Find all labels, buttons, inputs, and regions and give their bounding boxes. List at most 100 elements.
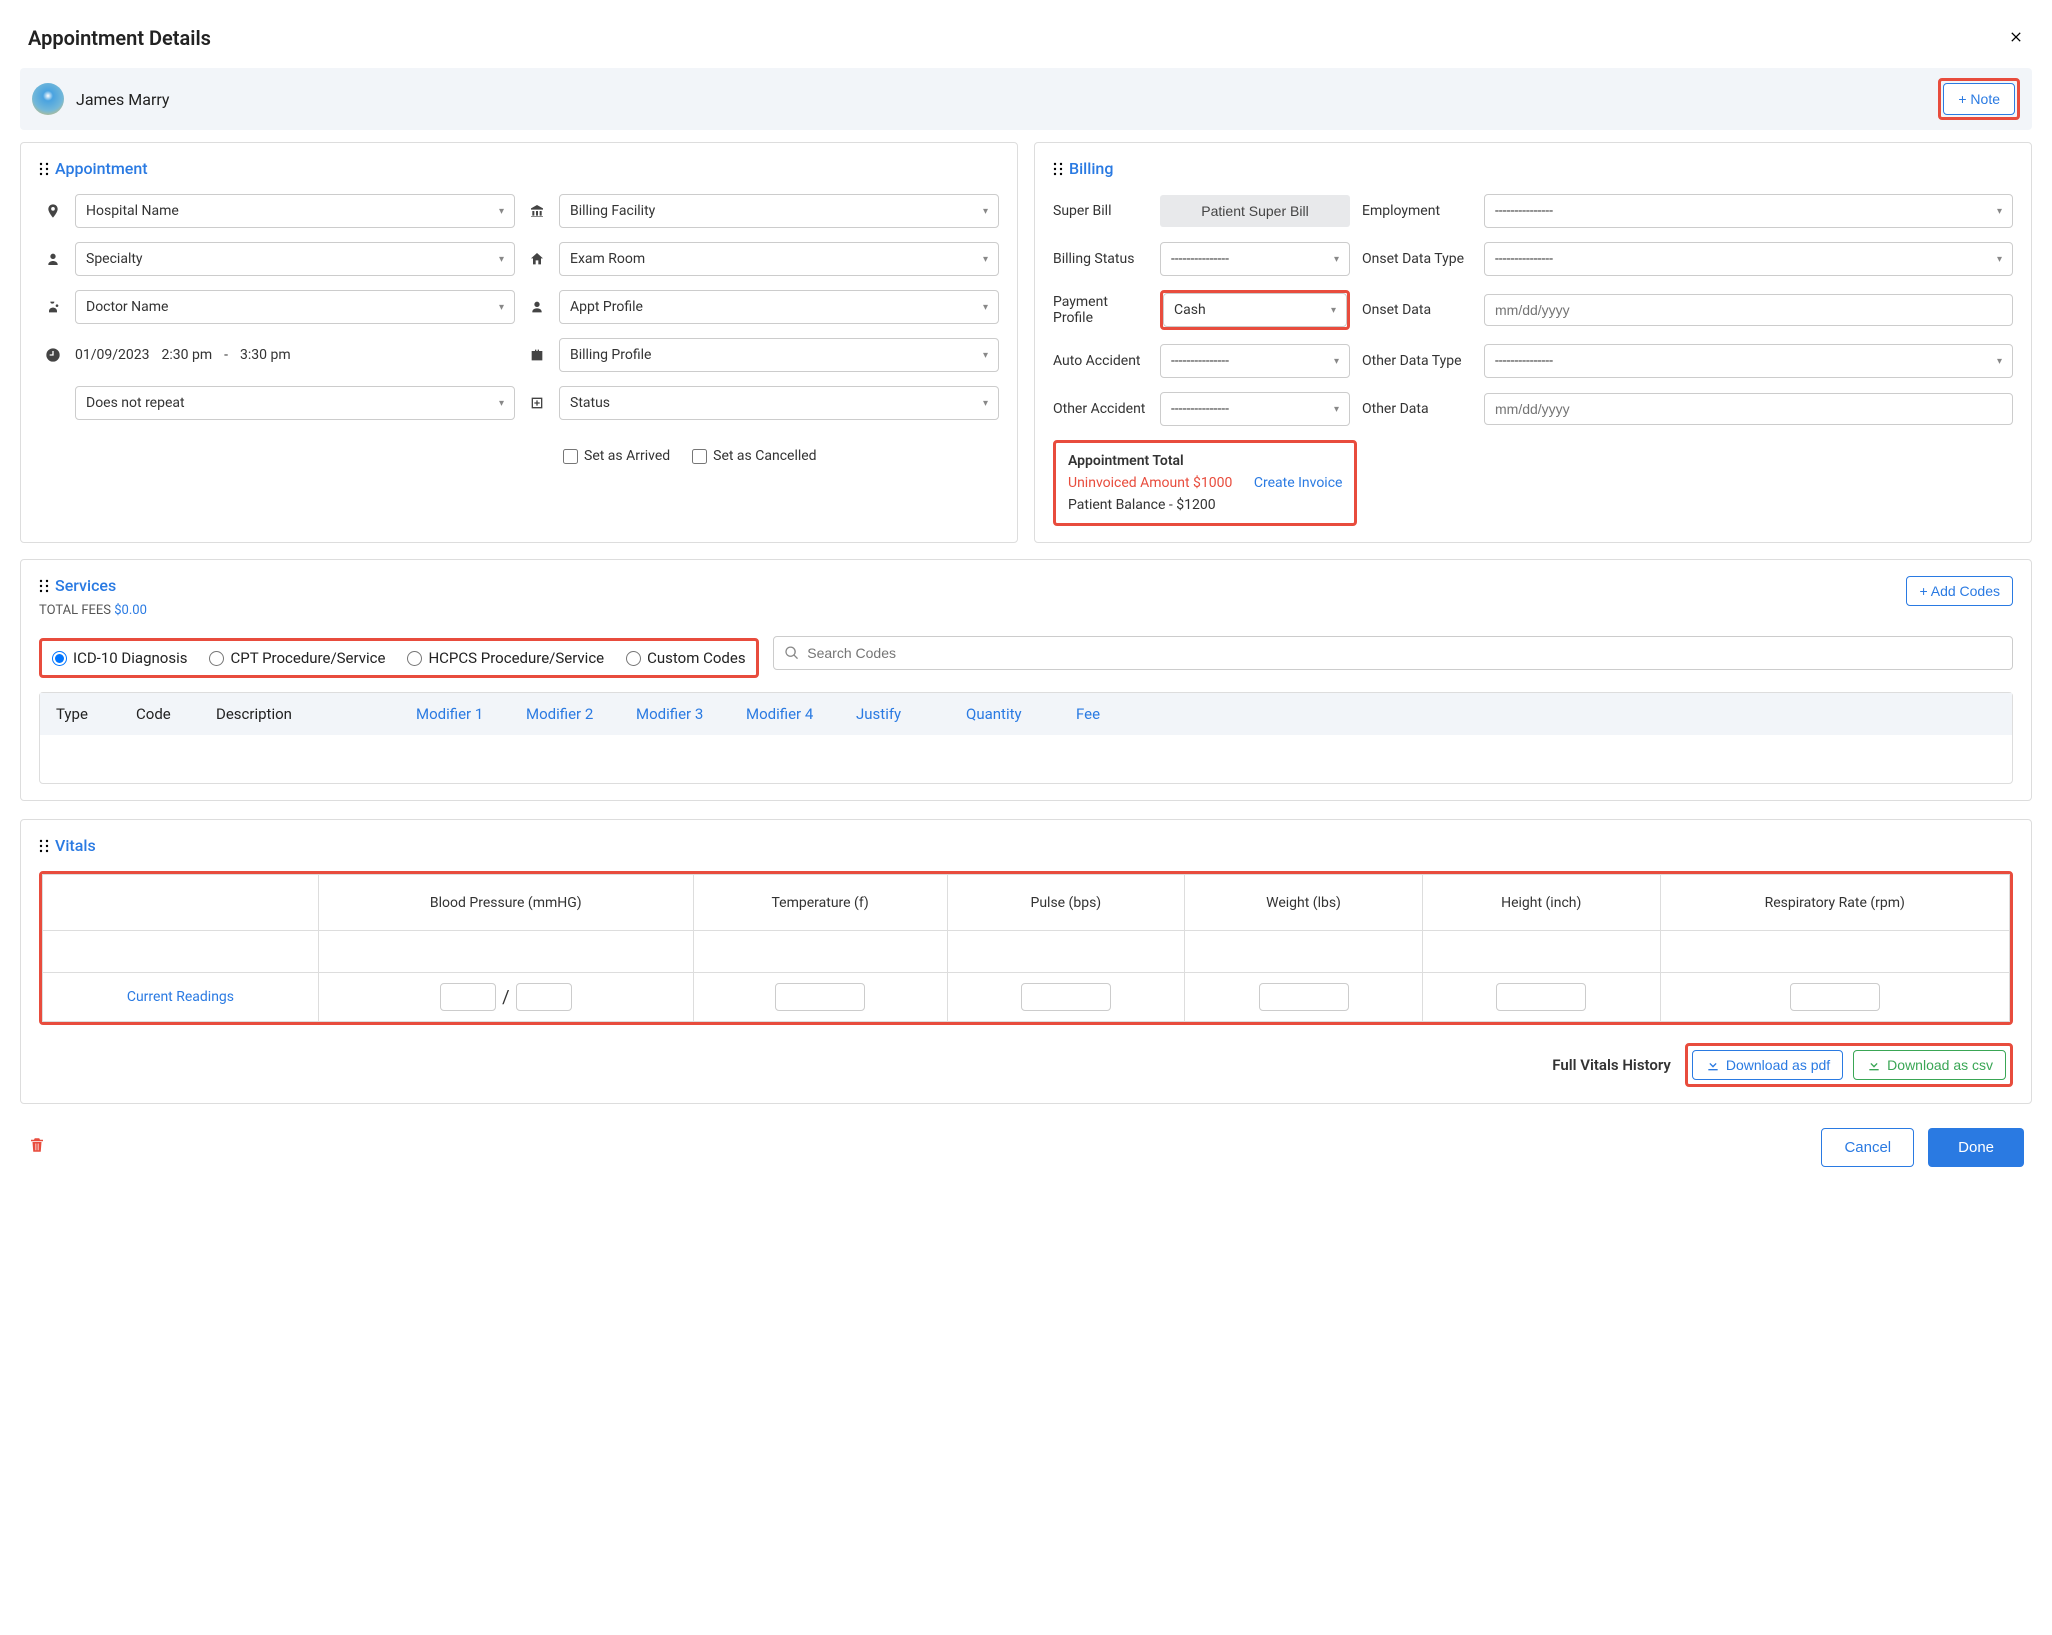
- current-readings-label: Current Readings: [43, 973, 319, 1022]
- chevron-down-icon: ▾: [1334, 404, 1339, 415]
- exam-room-select[interactable]: Exam Room▾: [559, 242, 999, 276]
- other-data-label: Other Data: [1362, 401, 1472, 417]
- temperature-input[interactable]: [775, 983, 865, 1011]
- radio-icd10[interactable]: ICD-10 Diagnosis: [52, 649, 187, 667]
- col-code: Code: [136, 705, 216, 723]
- doctor-select[interactable]: Doctor Name▾: [75, 290, 515, 324]
- repeat-select[interactable]: Does not repeat▾: [75, 386, 515, 420]
- col-mod4: Modifier 4: [746, 705, 856, 723]
- radio-custom[interactable]: Custom Codes: [626, 649, 745, 667]
- total-fees: TOTAL FEES $0.00: [39, 603, 147, 618]
- drag-handle-icon[interactable]: [39, 162, 49, 176]
- appointment-start: 2:30 pm: [162, 347, 213, 363]
- auto-accident-label: Auto Accident: [1053, 353, 1148, 369]
- radio-cpt[interactable]: CPT Procedure/Service: [209, 649, 385, 667]
- weight-input[interactable]: [1259, 983, 1349, 1011]
- appointment-date: 01/09/2023: [75, 347, 150, 363]
- code-type-radio-group: ICD-10 Diagnosis CPT Procedure/Service H…: [52, 649, 746, 667]
- close-button[interactable]: [2008, 24, 2024, 52]
- codes-table: Type Code Description Modifier 1 Modifie…: [39, 692, 2013, 784]
- onset-data-input[interactable]: [1484, 294, 2013, 326]
- hospital-select[interactable]: Hospital Name▾: [75, 194, 515, 228]
- onset-data-type-label: Onset Data Type: [1362, 251, 1472, 267]
- set-arrived-checkbox[interactable]: Set as Arrived: [563, 448, 670, 464]
- height-input[interactable]: [1496, 983, 1586, 1011]
- vitals-col-height: Height (inch): [1422, 875, 1660, 931]
- chevron-down-icon: ▾: [1334, 254, 1339, 265]
- bp-diastolic-input[interactable]: [516, 983, 572, 1011]
- drag-handle-icon[interactable]: [1053, 162, 1063, 176]
- col-mod2: Modifier 2: [526, 705, 636, 723]
- drag-handle-icon[interactable]: [39, 579, 49, 593]
- chevron-down-icon: ▾: [1997, 254, 2002, 265]
- search-codes-box[interactable]: [773, 636, 2013, 670]
- onset-data-type-select[interactable]: ---------------▾: [1484, 242, 2013, 276]
- vitals-panel: Vitals Blood Pressure (mmHG) Temperature…: [20, 819, 2032, 1104]
- chevron-down-icon: ▾: [1334, 356, 1339, 367]
- vitals-col-bp: Blood Pressure (mmHG): [318, 875, 693, 931]
- trash-icon: [28, 1136, 46, 1154]
- appointment-end: 3:30 pm: [240, 347, 291, 363]
- status-select[interactable]: Status▾: [559, 386, 999, 420]
- download-pdf-button[interactable]: Download as pdf: [1692, 1050, 1843, 1080]
- vitals-title: Vitals: [55, 836, 96, 855]
- col-description: Description: [216, 705, 416, 723]
- uninvoiced-amount: Uninvoiced Amount $1000: [1068, 475, 1232, 491]
- codes-table-body: [40, 735, 2012, 783]
- room-icon: [523, 251, 551, 267]
- appointment-total-title: Appointment Total: [1068, 453, 1342, 469]
- create-invoice-link[interactable]: Create Invoice: [1254, 475, 1343, 491]
- patient-balance: Patient Balance - $1200: [1068, 497, 1342, 513]
- other-data-input[interactable]: [1484, 393, 2013, 425]
- patient-name: James Marry: [76, 90, 170, 109]
- vitals-col-temp: Temperature (f): [693, 875, 947, 931]
- billing-facility-select[interactable]: Billing Facility▾: [559, 194, 999, 228]
- pulse-input[interactable]: [1021, 983, 1111, 1011]
- col-type: Type: [56, 705, 136, 723]
- onset-data-label: Onset Data: [1362, 302, 1472, 318]
- billing-profile-select[interactable]: Billing Profile▾: [559, 338, 999, 372]
- done-button[interactable]: Done: [1928, 1128, 2024, 1167]
- chevron-down-icon: ▾: [1997, 206, 2002, 217]
- delete-button[interactable]: [28, 1136, 46, 1159]
- search-icon: [784, 645, 800, 661]
- download-csv-button[interactable]: Download as csv: [1853, 1050, 2006, 1080]
- payment-profile-select[interactable]: Cash▾: [1163, 293, 1347, 327]
- employment-select[interactable]: ---------------▾: [1484, 194, 2013, 228]
- other-accident-label: Other Accident: [1053, 401, 1148, 417]
- other-accident-select[interactable]: ---------------▾: [1160, 392, 1350, 426]
- other-data-type-select[interactable]: ---------------▾: [1484, 344, 2013, 378]
- set-cancelled-checkbox[interactable]: Set as Cancelled: [692, 448, 816, 464]
- billing-status-select[interactable]: ---------------▾: [1160, 242, 1350, 276]
- chevron-down-icon: ▾: [499, 398, 504, 409]
- full-vitals-history-label: Full Vitals History: [1552, 1056, 1671, 1074]
- auto-accident-select[interactable]: ---------------▾: [1160, 344, 1350, 378]
- billing-status-label: Billing Status: [1053, 251, 1148, 267]
- drag-handle-icon[interactable]: [39, 839, 49, 853]
- patient-bar: James Marry + Note: [20, 68, 2032, 130]
- vitals-table: Blood Pressure (mmHG) Temperature (f) Pu…: [42, 874, 2010, 1022]
- add-note-button[interactable]: + Note: [1943, 83, 2015, 115]
- download-icon: [1866, 1057, 1882, 1073]
- close-icon: [2008, 29, 2024, 45]
- billing-title: Billing: [1069, 159, 1113, 178]
- specialty-select[interactable]: Specialty▾: [75, 242, 515, 276]
- bp-systolic-input[interactable]: [440, 983, 496, 1011]
- chevron-down-icon: ▾: [983, 206, 988, 217]
- search-codes-input[interactable]: [807, 645, 2002, 661]
- patient-super-bill-button[interactable]: Patient Super Bill: [1160, 195, 1350, 227]
- patient-avatar: [32, 83, 64, 115]
- cancel-button[interactable]: Cancel: [1821, 1128, 1914, 1167]
- appointment-time: 01/09/2023 2:30 pm - 3:30 pm: [75, 347, 515, 363]
- add-codes-button[interactable]: + Add Codes: [1906, 576, 2013, 606]
- radio-hcpcs[interactable]: HCPCS Procedure/Service: [407, 649, 604, 667]
- chevron-down-icon: ▾: [1331, 305, 1336, 316]
- dialog-header: Appointment Details: [20, 20, 2032, 68]
- appt-profile-select[interactable]: Appt Profile▾: [559, 290, 999, 324]
- appointment-total-box: Appointment Total Uninvoiced Amount $100…: [1053, 440, 1357, 526]
- appointment-panel: Appointment Hospital Name▾ Billing Facil…: [20, 142, 1018, 543]
- respiratory-rate-input[interactable]: [1790, 983, 1880, 1011]
- vitals-col-rr: Respiratory Rate (rpm): [1660, 875, 2009, 931]
- col-fee: Fee: [1076, 705, 1166, 723]
- plus-square-icon: [523, 395, 551, 411]
